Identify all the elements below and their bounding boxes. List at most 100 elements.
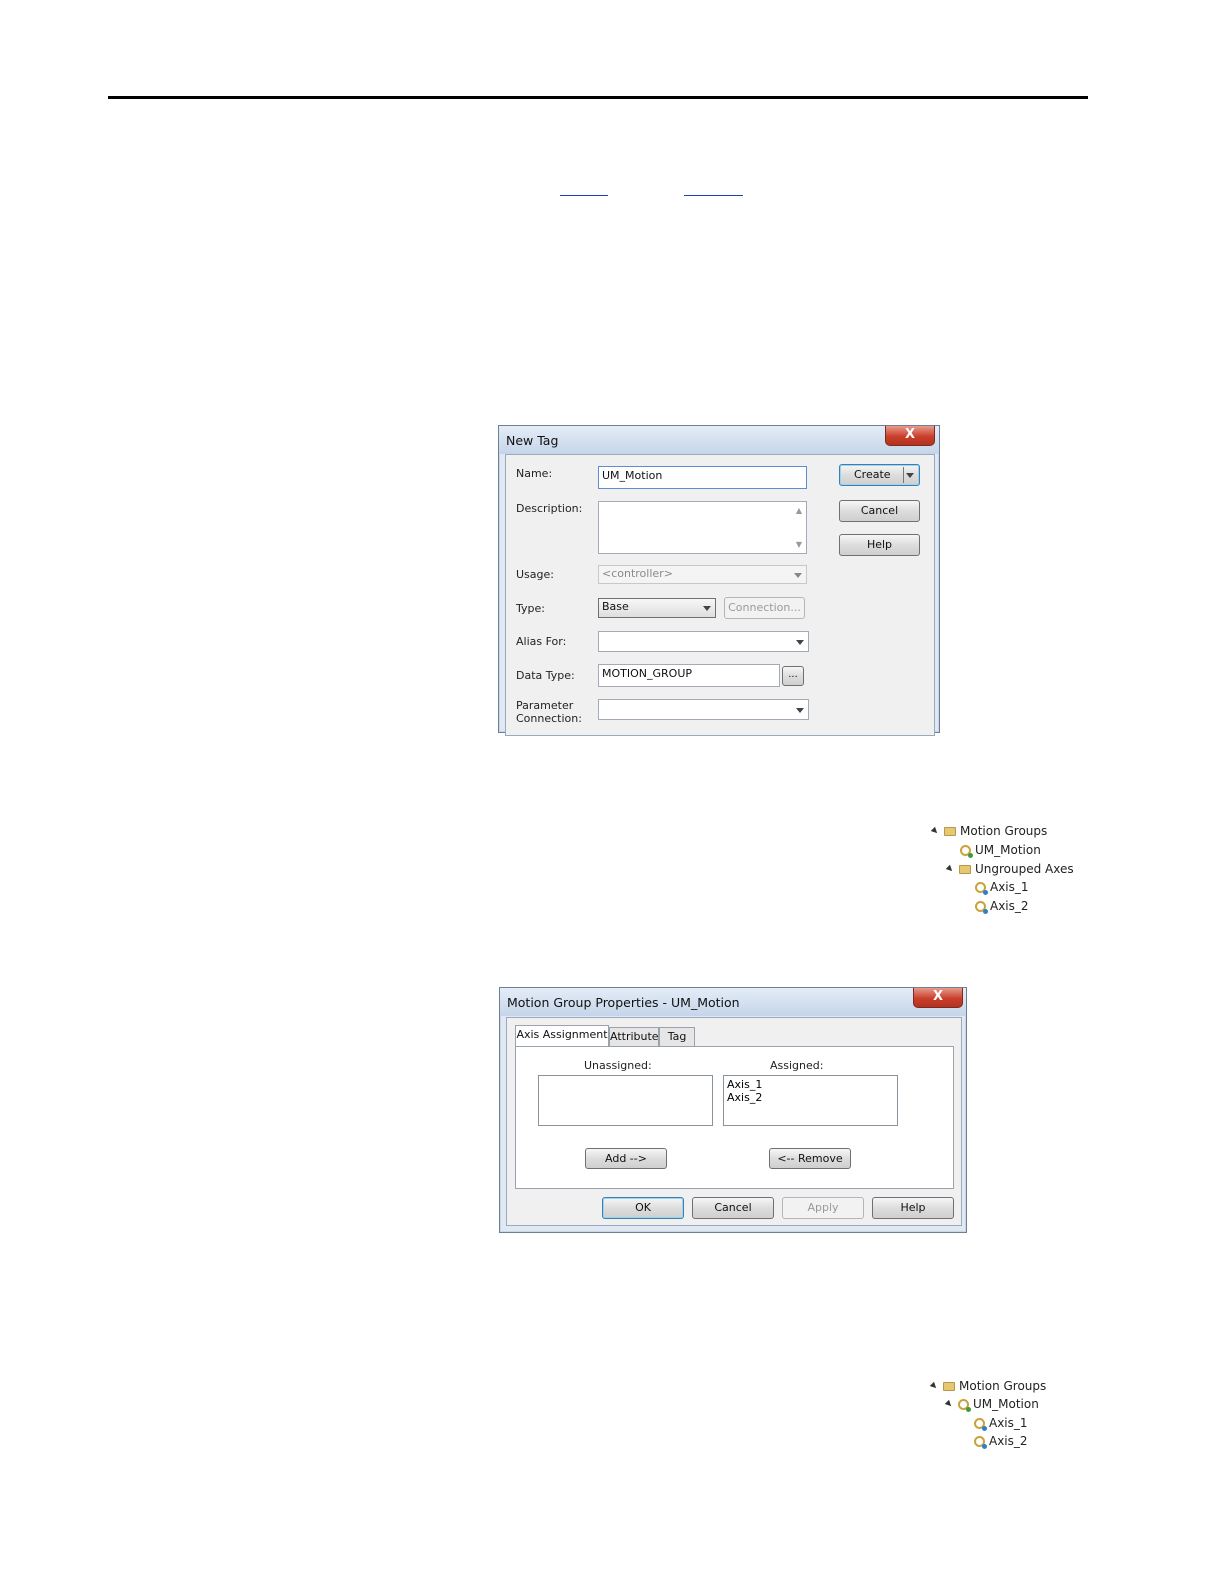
help-button-label: Help	[866, 538, 893, 551]
create-button[interactable]: Create	[839, 464, 920, 486]
tree-item-label: Axis_1	[990, 880, 1029, 894]
header-rule	[108, 96, 1088, 99]
alias-for-label: Alias For:	[516, 635, 567, 648]
motion-group-title: Motion Group Properties - UM_Motion	[507, 995, 740, 1010]
expand-triangle-icon[interactable]	[945, 864, 955, 874]
close-icon: X	[904, 427, 916, 442]
create-button-label: Create	[854, 468, 891, 481]
tree-item-label: Ungrouped Axes	[975, 862, 1074, 876]
data-type-input[interactable]: MOTION_GROUP	[598, 664, 780, 687]
name-input[interactable]: UM_Motion	[598, 466, 807, 489]
tree-item-motion-groups[interactable]: Motion Groups	[929, 1379, 1047, 1393]
help-button[interactable]: Help	[839, 534, 920, 556]
tree-item-um-motion[interactable]: UM_Motion	[960, 843, 1041, 858]
link-underline-2[interactable]	[684, 195, 743, 196]
assigned-listbox[interactable]: Axis_1 Axis_2	[723, 1075, 898, 1126]
motion-group-properties-dialog: Motion Group Properties - UM_Motion X Ax…	[499, 987, 967, 1233]
list-item[interactable]: Axis_1	[727, 1078, 894, 1091]
tree-item-label: Axis_2	[989, 1434, 1028, 1448]
expand-triangle-icon[interactable]	[944, 1399, 954, 1409]
name-value: UM_Motion	[602, 469, 663, 482]
ellipsis-icon: ...	[788, 669, 798, 680]
alias-for-select[interactable]	[598, 631, 809, 652]
tree-item-label: Axis_1	[989, 1416, 1028, 1430]
new-tag-dialog: New Tag X Name: UM_Motion Description: ▲…	[498, 425, 940, 736]
description-textarea[interactable]: ▲ ▼	[598, 501, 807, 554]
expand-triangle-icon[interactable]	[929, 1381, 939, 1391]
tab-axis-assignment[interactable]: Axis Assignment	[515, 1025, 609, 1046]
usage-select[interactable]: <controller>	[598, 565, 807, 584]
expand-triangle-icon[interactable]	[930, 826, 940, 836]
tree-item-label: Motion Groups	[959, 1379, 1047, 1393]
tab-label: Tag	[667, 1030, 687, 1043]
help-button[interactable]: Help	[872, 1197, 954, 1219]
parameter-connection-select[interactable]	[598, 699, 809, 720]
tree-item-axis-1[interactable]: Axis_1	[974, 1416, 1028, 1431]
description-label: Description:	[516, 502, 583, 515]
axis-icon	[975, 900, 988, 914]
name-label: Name:	[516, 467, 553, 480]
motion-group-icon	[958, 1398, 971, 1412]
close-icon: X	[932, 989, 944, 1004]
chevron-down-icon[interactable]	[906, 473, 914, 478]
close-button[interactable]: X	[913, 988, 963, 1008]
connection-button-label: Connection...	[728, 601, 801, 614]
tree-item-axis-1[interactable]: Axis_1	[975, 880, 1029, 895]
data-type-label: Data Type:	[516, 669, 575, 682]
new-tag-titlebar[interactable]: New Tag X	[499, 426, 939, 454]
tree-item-motion-groups[interactable]: Motion Groups	[930, 824, 1048, 838]
scroll-up-icon[interactable]: ▲	[796, 506, 802, 515]
tree-item-axis-2[interactable]: Axis_2	[975, 899, 1029, 914]
cancel-button[interactable]: Cancel	[692, 1197, 774, 1219]
remove-button-label: <-- Remove	[777, 1152, 843, 1165]
assigned-label: Assigned:	[770, 1059, 824, 1072]
create-dropdown-divider	[903, 467, 904, 483]
cancel-button-label: Cancel	[860, 504, 899, 517]
motion-group-client: Axis Assignment Attribute Tag Unassigned…	[506, 1017, 962, 1226]
cancel-button[interactable]: Cancel	[839, 500, 920, 522]
remove-button[interactable]: <-- Remove	[769, 1148, 851, 1169]
axis-icon	[975, 881, 988, 895]
apply-button-label: Apply	[807, 1201, 839, 1214]
motion-group-titlebar[interactable]: Motion Group Properties - UM_Motion X	[500, 988, 966, 1016]
new-tag-title: New Tag	[506, 433, 559, 448]
close-button[interactable]: X	[885, 426, 935, 446]
tree-item-um-motion[interactable]: UM_Motion	[944, 1397, 1039, 1412]
new-tag-client: Name: UM_Motion Description: ▲ ▼ Usage: …	[505, 454, 935, 736]
add-button-label: Add -->	[605, 1152, 647, 1165]
axis-icon	[974, 1417, 987, 1431]
tab-label: Axis Assignment	[516, 1028, 608, 1041]
parameter-label: Parameter	[516, 699, 574, 712]
add-button[interactable]: Add -->	[585, 1148, 667, 1169]
motion-group-icon	[960, 844, 973, 858]
tree-item-label: Motion Groups	[960, 824, 1048, 838]
tree-item-label: Axis_2	[990, 899, 1029, 913]
browse-data-type-button[interactable]: ...	[782, 666, 804, 686]
tree-item-label: UM_Motion	[973, 1397, 1039, 1411]
unassigned-listbox[interactable]	[538, 1075, 713, 1126]
usage-label: Usage:	[516, 568, 554, 581]
list-item[interactable]: Axis_2	[727, 1091, 894, 1104]
type-select[interactable]: Base	[598, 598, 716, 618]
apply-button[interactable]: Apply	[782, 1197, 864, 1219]
scroll-down-icon[interactable]: ▼	[796, 540, 802, 549]
link-underline-1[interactable]	[560, 195, 608, 196]
ok-button-label: OK	[635, 1201, 651, 1214]
cancel-button-label: Cancel	[714, 1201, 752, 1214]
data-type-value: MOTION_GROUP	[602, 667, 693, 680]
help-button-label: Help	[900, 1201, 926, 1214]
chevron-down-icon	[703, 606, 711, 611]
connection-label: Connection:	[516, 712, 582, 725]
tab-label: Attribute	[610, 1030, 659, 1043]
tab-attribute[interactable]: Attribute	[609, 1027, 659, 1046]
ok-button[interactable]: OK	[602, 1197, 684, 1219]
usage-value: <controller>	[602, 567, 673, 580]
chevron-down-icon	[796, 707, 804, 713]
connection-button[interactable]: Connection...	[724, 597, 805, 619]
folder-icon	[943, 1381, 955, 1391]
tree-item-axis-2[interactable]: Axis_2	[974, 1434, 1028, 1449]
unassigned-label: Unassigned:	[584, 1059, 652, 1072]
tree-item-ungrouped-axes[interactable]: Ungrouped Axes	[945, 862, 1074, 876]
tab-tag[interactable]: Tag	[659, 1027, 695, 1046]
axis-icon	[974, 1435, 987, 1449]
